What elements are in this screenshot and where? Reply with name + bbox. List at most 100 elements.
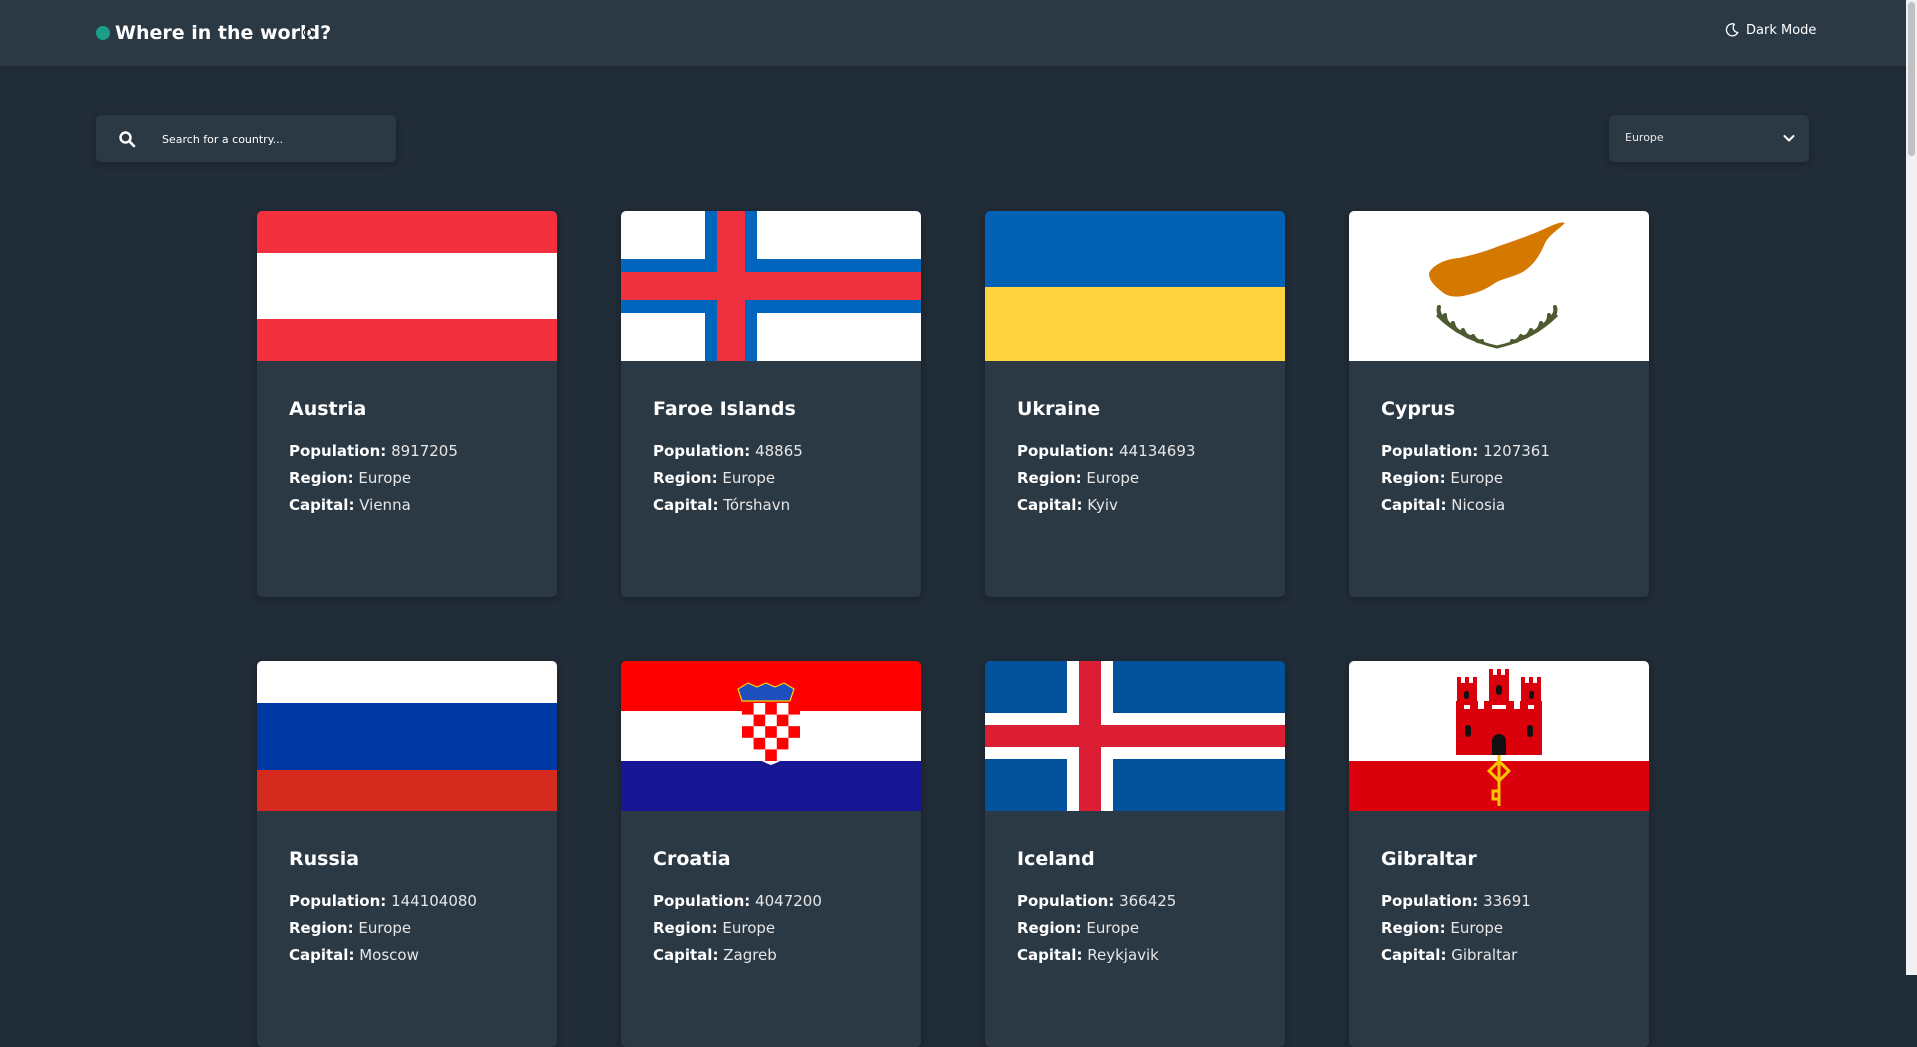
population-value: 8917205 xyxy=(391,442,458,460)
country-name: Iceland xyxy=(1017,848,1095,870)
country-name: Croatia xyxy=(653,848,731,870)
population-value: 33691 xyxy=(1483,892,1531,910)
country-card-croatia[interactable]: Croatia Population: 4047200 Region: Euro… xyxy=(621,661,921,1047)
region-label: Region: xyxy=(653,469,718,487)
page-scrollbar[interactable] xyxy=(1906,0,1917,975)
population-value: 144104080 xyxy=(391,892,477,910)
region-label: Region: xyxy=(1381,469,1446,487)
population-line: Population: 33691 xyxy=(1381,892,1531,910)
capital-label: Capital: xyxy=(653,496,719,514)
capital-label: Capital: xyxy=(1381,946,1447,964)
population-label: Population: xyxy=(1381,892,1479,910)
capital-line: Capital: Gibraltar xyxy=(1381,946,1517,964)
region-label: Region: xyxy=(289,919,354,937)
population-label: Population: xyxy=(653,442,751,460)
region-filter-dropdown[interactable]: Europe xyxy=(1609,115,1809,162)
country-name: Austria xyxy=(289,398,367,420)
population-value: 48865 xyxy=(755,442,803,460)
capital-label: Capital: xyxy=(1381,496,1447,514)
ukraine-flag-image xyxy=(985,211,1285,361)
population-label: Population: xyxy=(289,892,387,910)
capital-label: Capital: xyxy=(289,496,355,514)
population-label: Population: xyxy=(653,892,751,910)
population-line: Population: 1207361 xyxy=(1381,442,1550,460)
capital-value: Moscow xyxy=(359,946,419,964)
region-line: Region: Europe xyxy=(289,469,411,487)
population-label: Population: xyxy=(289,442,387,460)
region-line: Region: Europe xyxy=(1017,469,1139,487)
country-card-russia[interactable]: Russia Population: 144104080 Region: Eur… xyxy=(257,661,557,1047)
country-name: Gibraltar xyxy=(1381,848,1477,870)
capital-value: Vienna xyxy=(359,496,411,514)
region-value: Europe xyxy=(722,469,776,487)
country-name: Ukraine xyxy=(1017,398,1101,420)
country-name: Faroe Islands xyxy=(653,398,796,420)
capital-line: Capital: Reykjavik xyxy=(1017,946,1159,964)
population-line: Population: 44134693 xyxy=(1017,442,1195,460)
region-label: Region: xyxy=(289,469,354,487)
dark-mode-toggle[interactable]: Dark Mode xyxy=(1724,22,1816,38)
region-line: Region: Europe xyxy=(1381,469,1503,487)
app-title: Where in the world? xyxy=(115,22,332,44)
region-label: Region: xyxy=(1017,469,1082,487)
population-value: 44134693 xyxy=(1119,442,1196,460)
search-box xyxy=(96,115,396,164)
capital-line: Capital: Nicosia xyxy=(1381,496,1505,514)
capital-value: Reykjavik xyxy=(1087,946,1159,964)
chevron-down-icon xyxy=(1783,135,1795,142)
iceland-flag-image xyxy=(985,661,1285,811)
capital-label: Capital: xyxy=(1017,946,1083,964)
region-value: Europe xyxy=(1086,469,1140,487)
capital-value: Gibraltar xyxy=(1451,946,1518,964)
population-value: 366425 xyxy=(1119,892,1177,910)
population-label: Population: xyxy=(1017,892,1115,910)
circle-icon xyxy=(303,28,312,37)
scrollbar-thumb[interactable] xyxy=(1908,2,1915,156)
population-label: Population: xyxy=(1381,442,1479,460)
capital-value: Zagreb xyxy=(723,946,777,964)
country-card-faroe-islands[interactable]: Faroe Islands Population: 48865 Region: … xyxy=(621,211,921,597)
capital-label: Capital: xyxy=(653,946,719,964)
population-line: Population: 48865 xyxy=(653,442,803,460)
search-icon xyxy=(119,131,136,148)
faroe-islands-flag-image xyxy=(621,211,921,361)
population-value: 4047200 xyxy=(755,892,822,910)
region-label: Region: xyxy=(1381,919,1446,937)
population-line: Population: 4047200 xyxy=(653,892,822,910)
capital-line: Capital: Moscow xyxy=(289,946,419,964)
region-filter-value: Europe xyxy=(1625,131,1664,144)
capital-label: Capital: xyxy=(1017,496,1083,514)
search-input[interactable] xyxy=(160,115,390,164)
russia-flag-image xyxy=(257,661,557,811)
country-card-austria[interactable]: Austria Population: 8917205 Region: Euro… xyxy=(257,211,557,597)
capital-line: Capital: Kyiv xyxy=(1017,496,1118,514)
population-line: Population: 144104080 xyxy=(289,892,477,910)
moon-icon xyxy=(1725,23,1739,37)
region-value: Europe xyxy=(1086,919,1140,937)
top-header: Where in the world? Dark Mode xyxy=(0,0,1906,66)
region-line: Region: Europe xyxy=(289,919,411,937)
country-card-cyprus[interactable]: Cyprus Population: 1207361 Region: Europ… xyxy=(1349,211,1649,597)
capital-value: Tórshavn xyxy=(723,496,791,514)
region-line: Region: Europe xyxy=(653,469,775,487)
region-line: Region: Europe xyxy=(653,919,775,937)
region-label: Region: xyxy=(653,919,718,937)
capital-line: Capital: Tórshavn xyxy=(653,496,790,514)
country-card-gibraltar[interactable]: Gibraltar Population: 33691 Region: Euro… xyxy=(1349,661,1649,1047)
logo-dot-icon xyxy=(96,26,110,40)
population-value: 1207361 xyxy=(1483,442,1550,460)
region-label: Region: xyxy=(1017,919,1082,937)
country-card-ukraine[interactable]: Ukraine Population: 44134693 Region: Eur… xyxy=(985,211,1285,597)
country-card-iceland[interactable]: Iceland Population: 366425 Region: Europ… xyxy=(985,661,1285,1047)
capital-line: Capital: Zagreb xyxy=(653,946,777,964)
region-value: Europe xyxy=(722,919,776,937)
region-value: Europe xyxy=(1450,469,1504,487)
cyprus-flag-image xyxy=(1349,211,1649,361)
country-name: Russia xyxy=(289,848,360,870)
region-value: Europe xyxy=(358,919,412,937)
austria-flag-image xyxy=(257,211,557,361)
capital-value: Kyiv xyxy=(1087,496,1118,514)
region-value: Europe xyxy=(1450,919,1504,937)
region-line: Region: Europe xyxy=(1017,919,1139,937)
population-label: Population: xyxy=(1017,442,1115,460)
